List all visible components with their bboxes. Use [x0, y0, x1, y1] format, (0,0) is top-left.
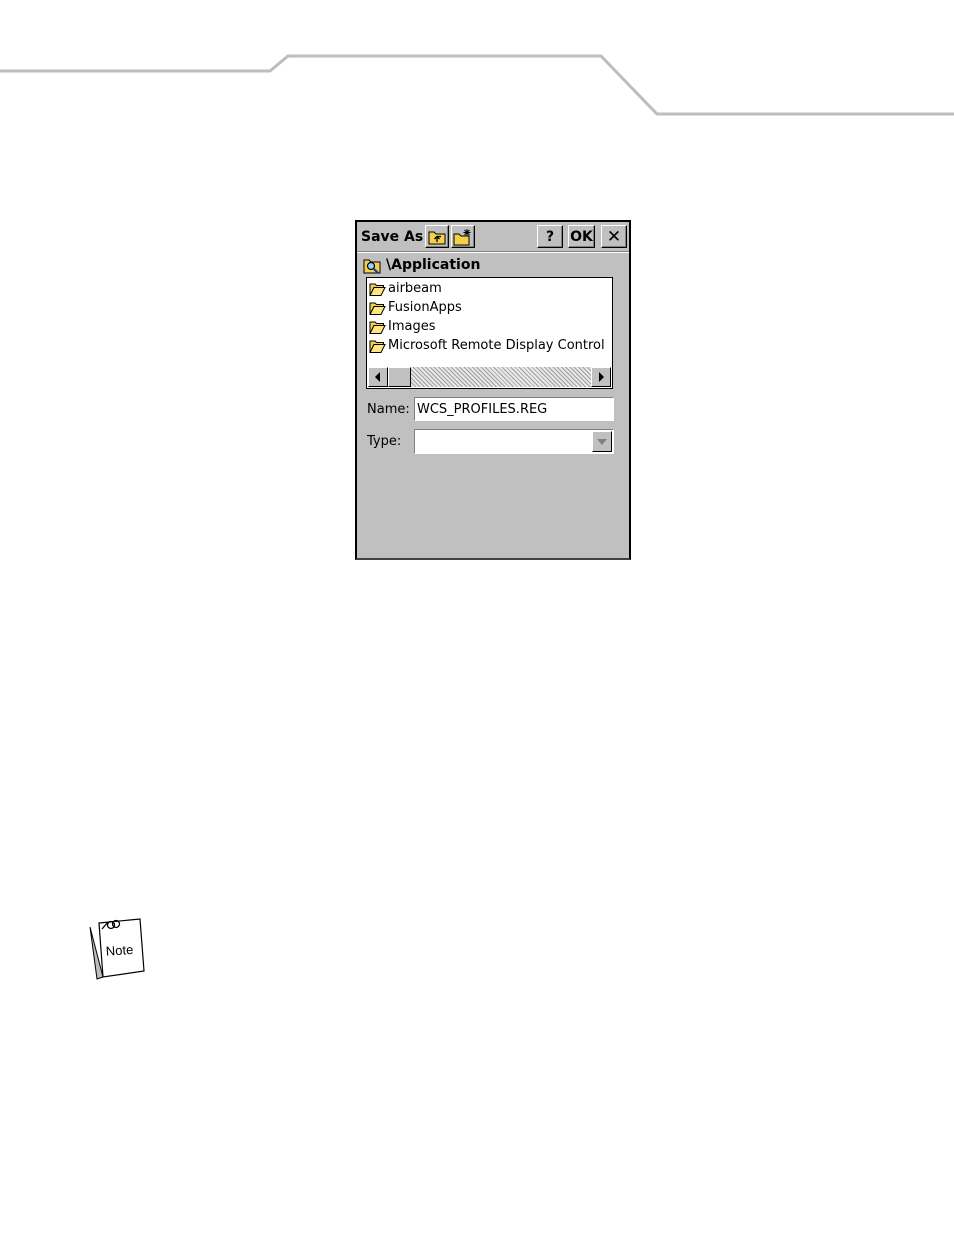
chevron-down-icon: [597, 438, 607, 445]
name-input[interactable]: [414, 397, 614, 421]
new-folder-icon: [453, 228, 471, 245]
scroll-right-button[interactable]: [591, 367, 611, 387]
note-icon: Note: [89, 918, 145, 980]
current-path-row: \Application: [363, 255, 480, 275]
dialog-title-bar: Save As ? OK ✕: [357, 222, 629, 252]
type-label: Type:: [367, 434, 402, 449]
up-folder-button[interactable]: [425, 225, 449, 248]
name-label: Name:: [367, 402, 410, 417]
folder-name: Images: [388, 319, 436, 334]
folder-icon: [369, 283, 386, 296]
type-dropdown[interactable]: [414, 429, 614, 454]
scroll-thumb[interactable]: [388, 367, 411, 387]
folder-icon: [369, 321, 386, 334]
list-item[interactable]: Microsoft Remote Display Control: [369, 336, 605, 355]
current-path: \Application: [386, 257, 481, 273]
note-label: Note: [105, 942, 133, 959]
folder-search-icon: [363, 259, 381, 274]
list-item[interactable]: airbeam: [369, 279, 442, 298]
folder-name: FusionApps: [388, 300, 462, 315]
page-header-decoration: [0, 54, 954, 116]
folder-icon: [369, 302, 386, 315]
ok-button[interactable]: OK: [568, 225, 595, 248]
close-button[interactable]: ✕: [601, 225, 627, 248]
list-item[interactable]: FusionApps: [369, 298, 462, 317]
folder-name: airbeam: [388, 281, 442, 296]
arrow-left-icon: [375, 372, 380, 382]
list-item[interactable]: Images: [369, 317, 436, 336]
scroll-track[interactable]: [411, 367, 591, 387]
dropdown-arrow-button[interactable]: [592, 431, 612, 452]
new-folder-button[interactable]: [451, 225, 475, 248]
help-button[interactable]: ?: [537, 225, 563, 248]
horizontal-scrollbar[interactable]: [368, 367, 611, 387]
folder-name: Microsoft Remote Display Control: [388, 338, 605, 353]
scroll-left-button[interactable]: [368, 367, 388, 387]
arrow-right-icon: [599, 372, 604, 382]
folder-icon: [369, 340, 386, 353]
up-folder-icon: [428, 231, 446, 244]
folder-list[interactable]: airbeam FusionApps Images Microsoft Remo…: [366, 277, 613, 389]
title-separator-highlight: [357, 252, 629, 253]
save-as-dialog: Save As ? OK ✕ \Application airbeam Fusi…: [355, 220, 631, 560]
dialog-title: Save As: [361, 229, 424, 245]
